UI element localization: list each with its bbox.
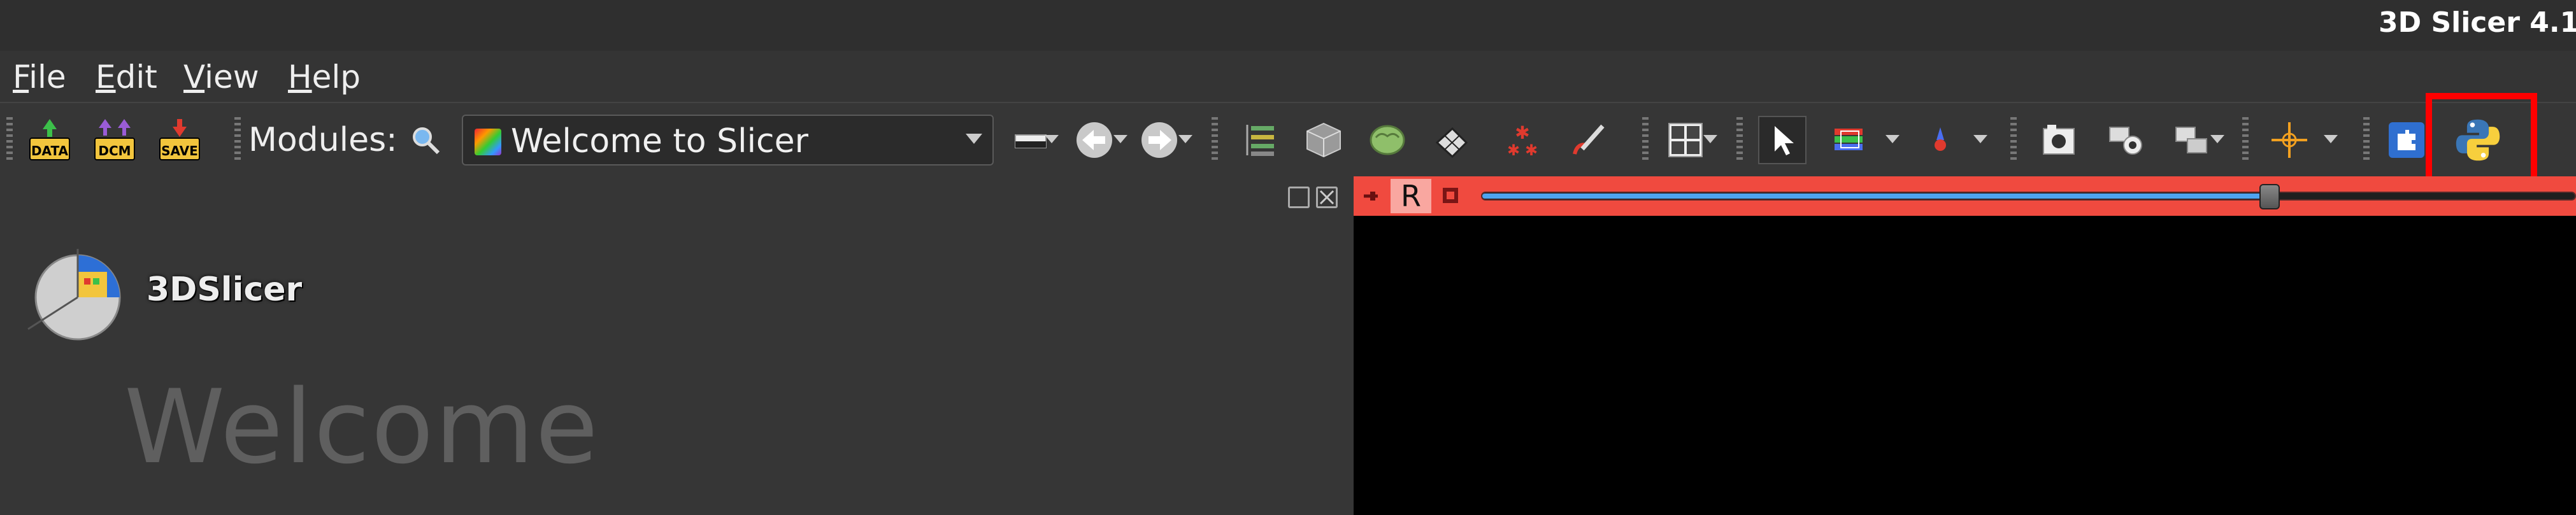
chevron-down-icon[interactable]: [1045, 135, 1059, 143]
svg-text:✱: ✱: [1507, 141, 1520, 159]
module-selector[interactable]: Welcome to Slicer: [462, 115, 994, 166]
mouse-pointer-icon: [1775, 126, 1794, 155]
dicom-icon-label: DCM: [98, 143, 131, 159]
module-selector-value: Welcome to Slicer: [511, 122, 808, 160]
arrow-right-icon: [1141, 122, 1177, 158]
chevron-down-icon[interactable]: [1885, 135, 1900, 143]
menu-edit[interactable]: Edit: [96, 59, 157, 95]
welcome-heading: Welcome: [124, 367, 599, 486]
link-icon[interactable]: [1438, 183, 1463, 208]
chevron-down-icon[interactable]: [1113, 135, 1127, 143]
crosshair-button[interactable]: [2265, 116, 2314, 164]
scene-restore-icon: [2175, 127, 2207, 153]
forward-button[interactable]: [1135, 116, 1184, 164]
place-point-icon: [1935, 127, 1946, 151]
menu-view-label: View: [183, 59, 259, 95]
svg-text:✱: ✱: [1525, 141, 1538, 159]
toolbar-grip[interactable]: [2363, 117, 2370, 162]
save-button[interactable]: SAVE: [155, 116, 204, 164]
crosshair-icon: [2272, 122, 2307, 158]
menu-bar: File Edit View Help: [0, 51, 2576, 103]
window-level-button[interactable]: [1826, 116, 1874, 164]
modules-label: Modules:: [248, 121, 397, 159]
data-icon: DATA: [29, 119, 70, 160]
python-console-highlight: [2426, 93, 2537, 187]
dicom-icon: DCM: [94, 119, 135, 160]
load-data-button[interactable]: DATA: [25, 116, 74, 164]
menu-file[interactable]: File: [13, 59, 66, 95]
module-panel: 3DSlicer Welcome: [0, 176, 1354, 515]
toolbar-grip[interactable]: [1736, 117, 1743, 162]
toolbar-grip[interactable]: [1642, 117, 1649, 162]
camera-icon: [2043, 125, 2075, 155]
screenshot-button[interactable]: [2035, 116, 2083, 164]
volume-cube-icon: [1306, 122, 1341, 158]
chevron-down-icon: [966, 134, 982, 144]
transform-grid-icon: [1435, 127, 1468, 159]
arrow-left-icon: [1077, 122, 1112, 158]
place-fiducial-button[interactable]: [1916, 116, 1964, 164]
slicer-brand-text: 3DSlicer: [147, 271, 303, 309]
chevron-down-icon[interactable]: [2324, 135, 2338, 143]
markups-icon: ✱ ✱ ✱: [1507, 122, 1538, 159]
panel-close-button[interactable]: [1316, 187, 1338, 208]
save-icon-label: SAVE: [161, 143, 198, 159]
module-search-button[interactable]: [401, 116, 450, 164]
data-icon-label: DATA: [31, 143, 69, 159]
menu-edit-label: Edit: [96, 59, 157, 95]
chevron-down-icon[interactable]: [2210, 135, 2224, 143]
menu-help[interactable]: Help: [288, 59, 361, 95]
segment-editor-icon: [1573, 124, 1605, 155]
slice-offset-handle[interactable]: [2259, 184, 2280, 209]
slice-orientation-button[interactable]: R: [1391, 179, 1431, 213]
toolbar-grip[interactable]: [234, 117, 241, 162]
slice-offset-fill: [1482, 194, 2265, 199]
title-bar: 3D Slicer 4.11.2: [0, 0, 2576, 51]
scene-restore-button[interactable]: [2168, 116, 2217, 164]
layout-button[interactable]: [1661, 116, 1710, 164]
extensions-manager-button[interactable]: [2382, 116, 2431, 164]
menu-help-label: Help: [288, 59, 361, 95]
brain-model-icon: [1370, 125, 1405, 155]
scene-view-icon: [2109, 127, 2142, 155]
menu-file-label: File: [13, 59, 66, 95]
search-icon: [413, 127, 440, 155]
menu-view[interactable]: View: [183, 59, 259, 95]
select-mode-button[interactable]: [1758, 116, 1807, 164]
dicom-button[interactable]: DCM: [90, 116, 139, 164]
window-level-icon: [1835, 129, 1863, 150]
slice-view-controller: R: [1354, 176, 2576, 216]
volumes-module-button[interactable]: [1299, 116, 1348, 164]
markups-module-button[interactable]: ✱ ✱ ✱: [1498, 116, 1547, 164]
extensions-icon: [2389, 122, 2424, 158]
scene-view-button[interactable]: [2102, 116, 2150, 164]
segment-editor-button[interactable]: [1564, 116, 1613, 164]
main-toolbar: DATA DCM SAVE Modules: Welcome to Slicer: [0, 103, 2576, 176]
toolbar-grip[interactable]: [1212, 117, 1218, 162]
toolbar-grip[interactable]: [6, 117, 13, 162]
chevron-down-icon[interactable]: [1178, 135, 1192, 143]
back-button[interactable]: [1070, 116, 1119, 164]
slicer-logo: [25, 246, 127, 348]
data-module-button[interactable]: [1236, 116, 1284, 164]
chevron-down-icon[interactable]: [1973, 135, 1987, 143]
save-icon: SAVE: [159, 119, 200, 160]
toolbar-grip[interactable]: [2242, 117, 2249, 162]
close-icon: [1319, 190, 1335, 205]
transforms-module-button[interactable]: [1427, 116, 1475, 164]
pin-icon[interactable]: [1361, 187, 1380, 206]
app-title: 3D Slicer 4.11.2: [2379, 6, 2576, 39]
hierarchy-icon: [1246, 125, 1274, 156]
slicer-logo-icon: [27, 249, 121, 341]
layout-grid-icon: [1668, 123, 1703, 157]
slicer-module-icon: [475, 129, 501, 155]
chevron-down-icon[interactable]: [1703, 135, 1717, 143]
panel-float-button[interactable]: [1288, 187, 1310, 208]
toolbar-grip[interactable]: [2010, 117, 2017, 162]
svg-text:✱: ✱: [1515, 122, 1529, 143]
models-module-button[interactable]: [1363, 116, 1412, 164]
slice-view[interactable]: R: [1354, 176, 2576, 515]
